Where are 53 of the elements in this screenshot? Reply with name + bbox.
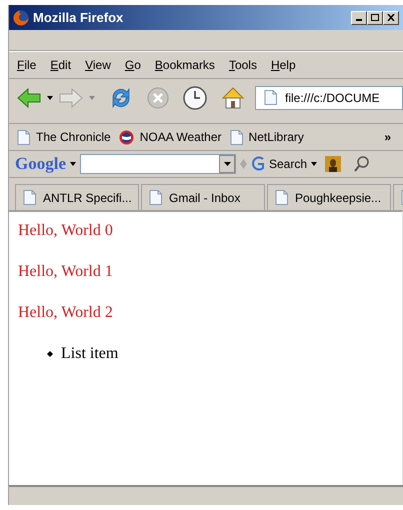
tab[interactable]: Poughkeepsie...: [267, 184, 391, 210]
right-arrow-icon: [59, 88, 83, 108]
magnifier-icon[interactable]: [353, 155, 372, 173]
portrait-icon[interactable]: [325, 156, 342, 172]
history-button[interactable]: [183, 86, 207, 110]
tab[interactable]: ANTLR Specifi...: [15, 184, 139, 210]
paragraph: Hello, World 1: [18, 262, 113, 281]
page-icon: [23, 190, 36, 205]
caret-icon: [70, 162, 76, 166]
page-icon: [149, 190, 162, 205]
menu-item[interactable]: Tools: [228, 56, 257, 74]
list-item: List item: [61, 344, 118, 363]
clock-icon: [183, 86, 207, 110]
close-button[interactable]: [383, 10, 399, 24]
stop-icon: [147, 86, 169, 108]
back-button[interactable]: [17, 88, 41, 108]
caret-icon: [311, 162, 318, 166]
paragraph: Hello, World 0: [18, 221, 113, 240]
page-icon: [230, 130, 243, 144]
maximize-button[interactable]: [367, 10, 383, 24]
menu-item[interactable]: Go: [124, 56, 141, 74]
menu-item[interactable]: Bookmarks: [154, 56, 215, 74]
bookmark-item[interactable]: NOAA Weather: [118, 128, 222, 146]
menu-item[interactable]: Help: [270, 56, 296, 74]
google-search-button[interactable]: Search: [251, 155, 318, 173]
bookmark-item[interactable]: The Chronicle: [17, 128, 111, 146]
close-icon: [387, 14, 395, 21]
paragraph: Hello, World 2: [18, 303, 113, 322]
google-menu-button[interactable]: Google: [15, 151, 76, 177]
menu-item[interactable]: View: [85, 56, 111, 74]
search-field[interactable]: [80, 154, 236, 174]
left-arrow-icon: [17, 88, 41, 108]
page-icon: [275, 190, 288, 205]
minimize-button[interactable]: [351, 10, 367, 24]
firefox-logo-icon: [13, 10, 29, 26]
tab[interactable]: Gmail - Inbox: [141, 184, 265, 210]
letter-g-icon: [251, 156, 265, 172]
caret-icon[interactable]: [47, 96, 53, 100]
grip-icon: [240, 159, 247, 169]
address-field[interactable]: file:///c:/DOCUME: [255, 86, 403, 110]
house-icon: [221, 86, 245, 110]
home-button[interactable]: [221, 86, 245, 110]
bookmark-item[interactable]: NetLibrary: [230, 128, 304, 146]
bullet-icon: [47, 350, 53, 356]
window-title: Mozilla Firefox: [33, 8, 124, 27]
maximize-icon: [371, 14, 379, 21]
menu-item[interactable]: Edit: [50, 56, 72, 74]
menu-item[interactable]: File: [17, 56, 36, 74]
globe-icon: [118, 130, 134, 144]
more-bookmarks-button[interactable]: »: [384, 128, 391, 146]
stop-button[interactable]: [147, 86, 169, 108]
page-icon: [264, 90, 277, 105]
page-icon: [17, 130, 30, 144]
